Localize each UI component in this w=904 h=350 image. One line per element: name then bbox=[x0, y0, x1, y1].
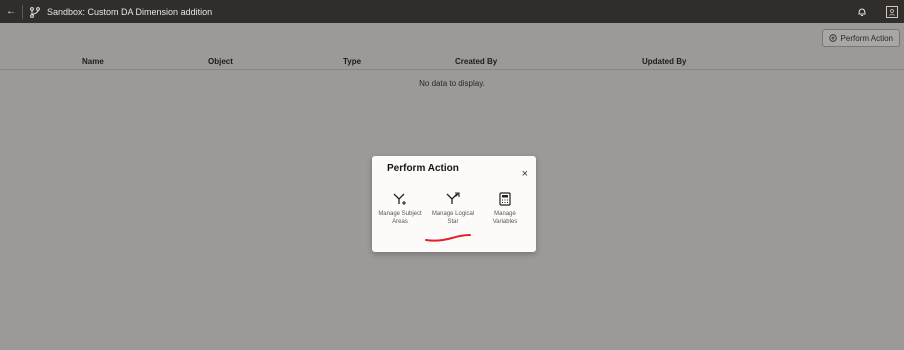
option-label: Manage Logical Star bbox=[431, 211, 475, 225]
column-header-type[interactable]: Type bbox=[343, 57, 361, 66]
annotation-underline bbox=[425, 234, 471, 242]
manage-subject-areas-option[interactable]: Manage Subject Areas bbox=[374, 192, 426, 226]
close-icon[interactable]: × bbox=[522, 168, 528, 180]
manage-variables-option[interactable]: Manage Variables bbox=[479, 192, 531, 226]
table-header: Name Object Type Created By Updated By bbox=[0, 55, 904, 69]
branch-icon bbox=[30, 6, 40, 18]
back-arrow-icon[interactable]: ← bbox=[4, 6, 18, 17]
user-profile-icon[interactable] bbox=[886, 5, 898, 18]
column-header-created-by[interactable]: Created By bbox=[455, 57, 497, 66]
divider bbox=[22, 4, 23, 19]
option-label: Manage Variables bbox=[492, 211, 518, 225]
column-header-updated-by[interactable]: Updated By bbox=[642, 57, 686, 66]
perform-action-label: Perform Action bbox=[840, 33, 893, 43]
top-bar: ← Sandbox: Custom DA Dimension addition bbox=[0, 0, 904, 23]
add-circle-icon bbox=[828, 34, 837, 42]
option-label: Manage Subject Areas bbox=[378, 211, 422, 225]
calculator-icon bbox=[499, 192, 511, 206]
header-divider bbox=[0, 69, 904, 70]
column-header-object[interactable]: Object bbox=[208, 57, 233, 66]
empty-table-message: No data to display. bbox=[419, 79, 485, 88]
column-header-name[interactable]: Name bbox=[82, 57, 104, 66]
user-icon bbox=[889, 8, 895, 16]
subject-areas-icon bbox=[393, 193, 406, 205]
notification-icon[interactable] bbox=[856, 6, 868, 18]
dialog-title: Perform Action bbox=[387, 163, 459, 174]
manage-logical-star-option[interactable]: Manage Logical Star bbox=[427, 192, 479, 226]
page-title: Sandbox: Custom DA Dimension addition bbox=[47, 6, 213, 17]
logical-star-icon bbox=[446, 192, 460, 204]
perform-action-button[interactable]: Perform Action bbox=[821, 29, 900, 47]
